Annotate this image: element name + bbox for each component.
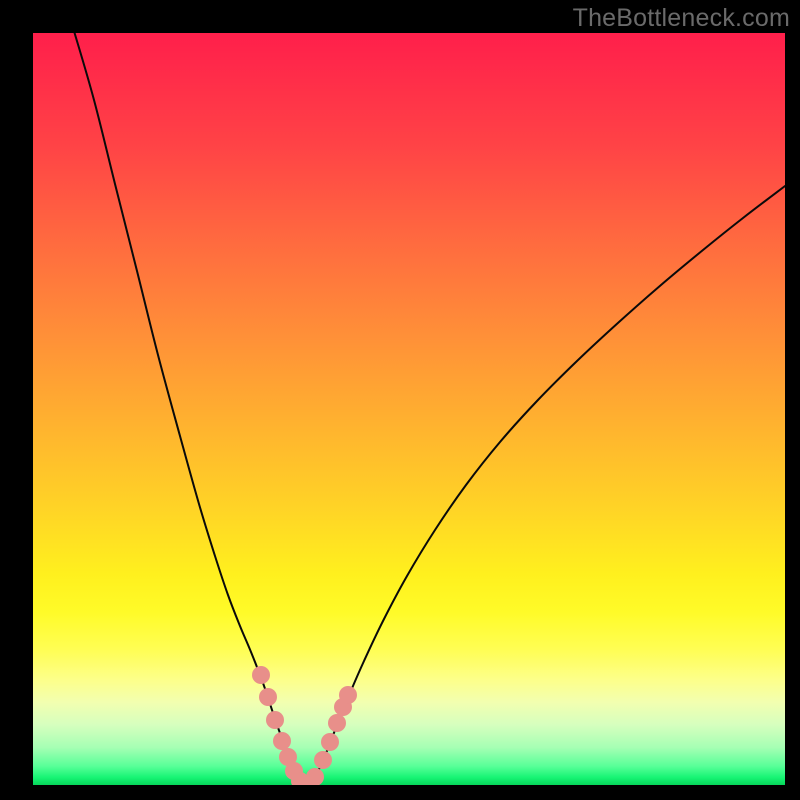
marker-dot: [252, 666, 270, 684]
watermark-label: TheBottleneck.com: [573, 4, 790, 33]
plot-area: [33, 33, 785, 785]
chart-stage: TheBottleneck.com: [0, 0, 800, 800]
marker-dot: [314, 751, 332, 769]
marker-dot: [328, 714, 346, 732]
marker-dots: [252, 666, 357, 785]
curve-layer: [33, 33, 785, 785]
right-branch-curve: [307, 186, 785, 785]
marker-dot: [321, 733, 339, 751]
marker-dot: [259, 688, 277, 706]
left-branch-curve: [74, 33, 305, 785]
marker-dot: [266, 711, 284, 729]
marker-dot: [273, 732, 291, 750]
marker-dot: [306, 768, 324, 785]
marker-dot: [339, 686, 357, 704]
